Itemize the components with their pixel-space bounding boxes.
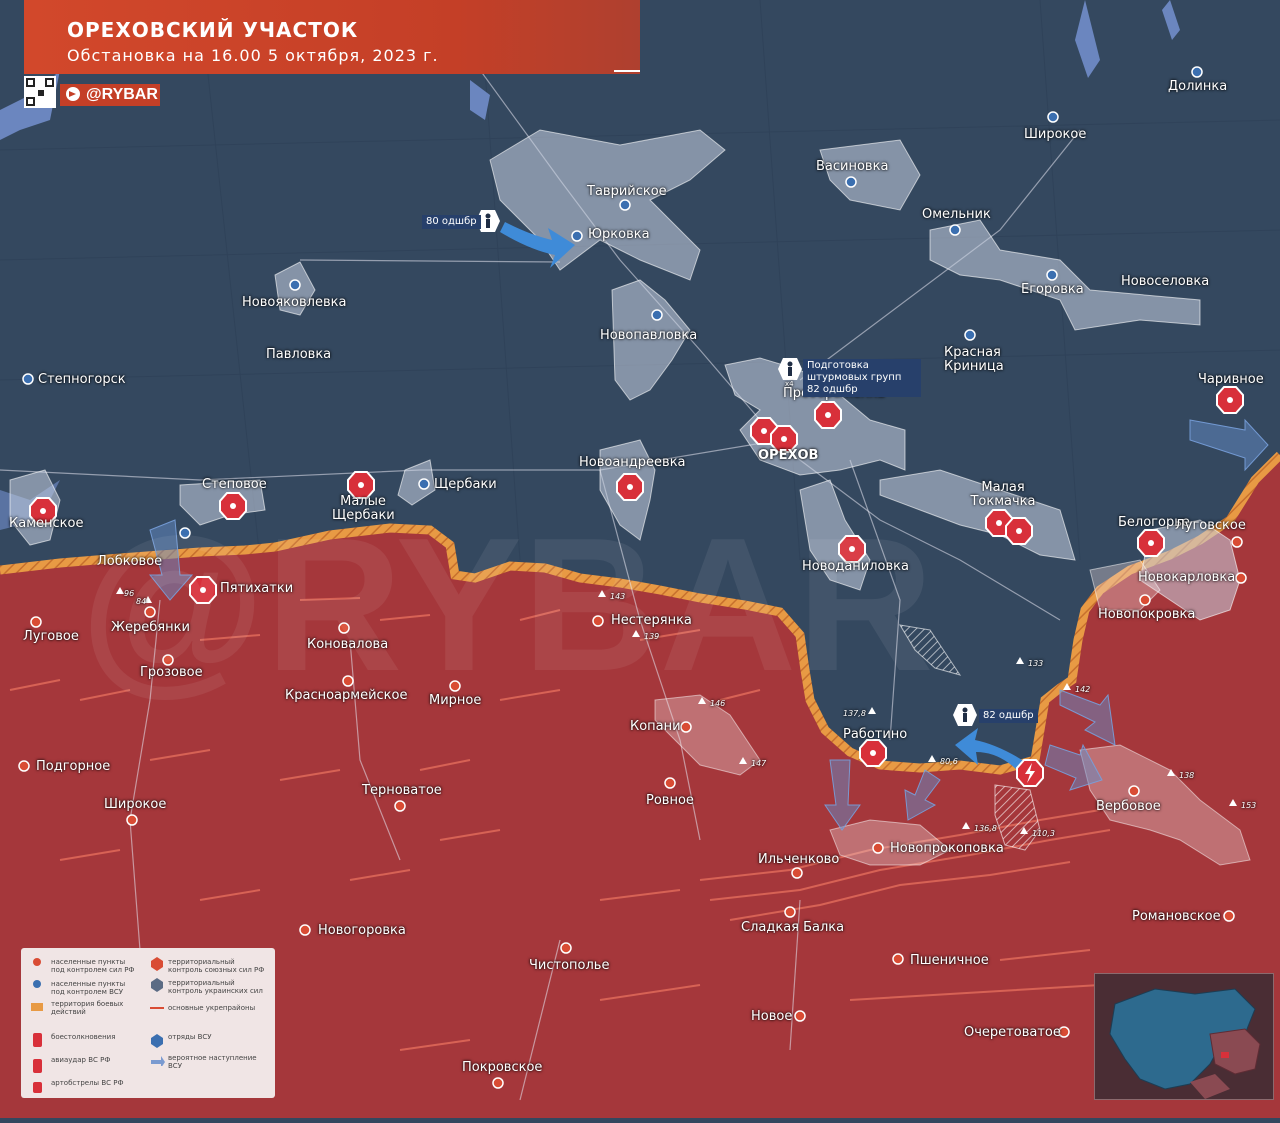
height-label: 133 xyxy=(1028,659,1044,668)
settlement-label: Красноармейское xyxy=(285,688,408,703)
settlement-label: Подгорное xyxy=(36,759,111,774)
legend-icons-right xyxy=(150,957,165,1066)
settlement-label: Павловка xyxy=(266,347,332,362)
settlement-label: Новопавловка xyxy=(600,328,698,343)
settlement-label: Новоандреевка xyxy=(579,455,686,470)
settlement-label: Омельник xyxy=(922,207,991,222)
inset-map-svg xyxy=(1095,974,1273,1099)
unit-multiplier: x4 xyxy=(785,380,794,388)
header-underline xyxy=(614,70,640,72)
legend-item: территориальный контроль союзных сил РФ xyxy=(168,958,265,974)
unit-label: Подготовка штурмовых групп 82 одшбр xyxy=(803,359,921,397)
settlement-label: Егоровка xyxy=(1021,282,1084,297)
settlement-label: Мирное xyxy=(429,693,482,708)
settlement-label: Васиновка xyxy=(816,159,889,174)
height-label: 137,8 xyxy=(843,709,866,718)
height-label: 96 xyxy=(124,589,135,598)
settlement-label: Малая Токмачка xyxy=(970,480,1036,509)
settlement-label: Малые Щербаки xyxy=(332,494,395,523)
settlement-label: Степовое xyxy=(202,477,267,492)
settlement-label: Каменское xyxy=(9,516,84,531)
airstrike-marker xyxy=(1016,759,1044,787)
settlement-label: Луговое xyxy=(23,629,79,644)
qr-code-icon[interactable] xyxy=(24,76,56,108)
settlement-label: Таврийское xyxy=(587,184,667,199)
legend-item: территориальный контроль украинских сил xyxy=(168,979,263,995)
legend-item: артобстрелы ВС РФ xyxy=(51,1079,124,1087)
height-label: 110,3 xyxy=(1032,829,1055,838)
settlement-label: Новопрокоповка xyxy=(890,841,1004,856)
settlement-label: Новогоровка xyxy=(318,923,406,938)
settlement-label: Красная Криница xyxy=(944,345,1004,374)
legend-item: отряды ВСУ xyxy=(168,1033,212,1041)
height-label: 139 xyxy=(644,632,660,641)
settlement-label: Новоданиловка xyxy=(802,559,909,574)
settlement-label: Юрковка xyxy=(588,227,650,242)
settlement-label: Пшеничное xyxy=(910,953,989,968)
settlement-label: Ровное xyxy=(646,793,694,808)
city-label: ОРЕХОВ xyxy=(758,448,819,463)
settlement-label: Новояковлевка xyxy=(242,295,347,310)
settlement-label: Долинка xyxy=(1168,79,1228,94)
settlement-label: Чистополье xyxy=(529,958,610,973)
height-label: 138 xyxy=(1179,771,1195,780)
brand-tag[interactable]: @RYBAR xyxy=(60,84,160,106)
legend-item: боестолкновения xyxy=(51,1033,116,1041)
height-label: 142 xyxy=(1075,685,1091,694)
watermark: @RYBAR xyxy=(80,499,934,711)
settlement-label: Пятихатки xyxy=(220,581,294,596)
legend-icons xyxy=(31,958,43,1093)
settlement-label: Терноватое xyxy=(362,783,442,798)
settlement-label: Щербаки xyxy=(434,477,497,492)
settlement-label: Степногорск xyxy=(38,372,126,387)
unit-label: 80 одшбр xyxy=(422,215,481,229)
legend-item: территория боевых действий xyxy=(51,1000,124,1016)
settlement-label: Коновалова xyxy=(307,637,389,652)
header-banner: ОРЕХОВСКИЙ УЧАСТОК Обстановка на 16.00 5… xyxy=(24,0,640,74)
height-label: 143 xyxy=(610,592,626,601)
legend-item: населенные пункты под контролем сил РФ xyxy=(51,958,135,974)
settlement-label: Сладкая Балка xyxy=(741,920,845,935)
settlement-label: Покровское xyxy=(462,1060,543,1075)
legend-item: авиаудар ВС РФ xyxy=(51,1056,111,1064)
settlement-label: Очеретоватое xyxy=(964,1025,1061,1040)
settlement-label: Новоселовка xyxy=(1121,274,1210,289)
settlement-label: Вербовое xyxy=(1096,799,1161,814)
legend-item: вероятное наступление ВСУ xyxy=(168,1054,257,1070)
height-label: 136,8 xyxy=(974,824,997,833)
settlement-label: Работино xyxy=(843,727,908,742)
settlement-label: Широкое xyxy=(104,797,167,812)
unit-label: 82 одшбр xyxy=(979,709,1038,723)
inset-map xyxy=(1094,973,1274,1100)
settlement-label: Широкое xyxy=(1024,127,1087,142)
legend-item: населенные пункты под контролем ВСУ xyxy=(51,980,126,996)
settlement-label: Новокарловка xyxy=(1138,570,1236,585)
settlement-label: Копани xyxy=(630,719,681,734)
height-label: 84 xyxy=(136,597,147,606)
telegram-icon xyxy=(66,87,80,101)
map-legend: населенные пункты под контролем сил РФ н… xyxy=(21,948,275,1098)
settlement-label: Грозовое xyxy=(140,665,203,680)
settlement-label: Нестерянка xyxy=(611,613,692,628)
settlement-label: Лобковое xyxy=(97,554,163,569)
settlement-label: Ильченково xyxy=(758,852,840,867)
legend-item: основные укрепрайоны xyxy=(168,1004,256,1012)
settlement-label: Новопокровка xyxy=(1098,607,1196,622)
brand-label: @RYBAR xyxy=(86,86,158,103)
height-label: 147 xyxy=(751,759,767,768)
map-title: ОРЕХОВСКИЙ УЧАСТОК xyxy=(67,18,359,42)
map-subtitle: Обстановка на 16.00 5 октября, 2023 г. xyxy=(67,46,439,65)
height-label: 153 xyxy=(1241,801,1257,810)
settlement-label: Новое xyxy=(751,1009,793,1024)
settlement-label: Луговское xyxy=(1175,518,1246,533)
height-label: 80,6 xyxy=(940,757,958,766)
height-label: 146 xyxy=(710,699,726,708)
settlement-label: Жеребянки xyxy=(111,620,190,635)
settlement-label: Чаривное xyxy=(1198,372,1264,387)
settlement-label: Романовское xyxy=(1132,909,1221,924)
